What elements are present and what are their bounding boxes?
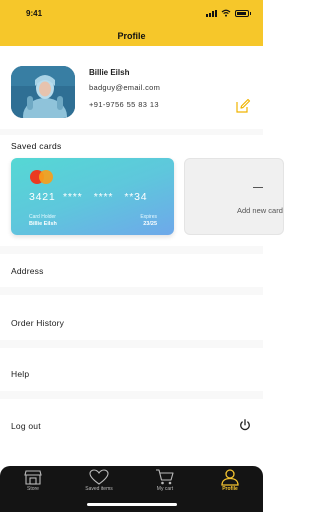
tab-store[interactable]: Store	[3, 466, 63, 512]
divider	[0, 340, 263, 348]
header-bar: 9:41 Profile	[0, 0, 263, 46]
plus-icon	[253, 187, 263, 188]
profile-email: badguy@email.com	[89, 83, 161, 92]
card-holder-name: Billie Eilsh	[29, 221, 57, 227]
heart-icon	[89, 469, 109, 485]
menu-item-label: Log out	[11, 421, 41, 431]
status-icons	[206, 9, 251, 17]
card-holder-label: Card Holder	[29, 214, 56, 220]
saved-card[interactable]: 3421 **** **** **34 Card Holder Billie E…	[11, 158, 174, 235]
divider	[0, 246, 263, 254]
card-number: 3421 **** **** **34	[29, 191, 148, 203]
wifi-icon	[221, 9, 231, 17]
bottom-spacer	[0, 442, 263, 466]
edit-icon[interactable]	[235, 98, 251, 114]
page-title: Profile	[117, 31, 146, 41]
divider	[0, 129, 263, 135]
home-indicator	[87, 503, 177, 506]
mastercard-icon	[30, 170, 54, 184]
add-card-button[interactable]: Add new card	[184, 158, 284, 235]
store-icon	[24, 470, 42, 485]
power-icon[interactable]	[239, 419, 251, 431]
avatar[interactable]	[11, 66, 75, 118]
cart-icon	[156, 469, 174, 485]
tab-label: Profile	[222, 486, 238, 492]
menu-item-label: Address	[11, 266, 44, 276]
saved-cards-title: Saved cards	[11, 141, 62, 151]
avatar-photo	[11, 66, 75, 118]
menu-item-logout[interactable]: Log out	[0, 412, 263, 442]
profile-section: Billie Eilsh badguy@email.com +91-9756 5…	[0, 46, 263, 129]
card-expires-value: 23/25	[143, 221, 157, 227]
signal-icon	[206, 9, 217, 17]
card-expires-label: Expires	[140, 214, 157, 220]
tab-label: My cart	[156, 486, 174, 492]
divider	[0, 391, 263, 399]
tab-profile[interactable]: Profile	[200, 466, 260, 512]
battery-icon	[235, 9, 251, 17]
tab-label: Store	[27, 486, 39, 492]
profile-phone: +91-9756 55 83 13	[89, 100, 159, 109]
menu-item-order-history[interactable]: Order History	[0, 309, 263, 339]
profile-name: Billie Eilsh	[89, 68, 130, 77]
menu-item-label: Order History	[11, 318, 65, 328]
tab-label: Saved items	[85, 486, 113, 492]
divider	[0, 287, 263, 295]
status-time: 9:41	[26, 9, 43, 18]
menu-item-label: Help	[11, 369, 30, 379]
user-icon	[221, 469, 239, 486]
menu-item-help[interactable]: Help	[0, 360, 263, 390]
menu-item-address[interactable]: Address	[0, 257, 263, 287]
add-card-label: Add new card	[237, 206, 283, 215]
